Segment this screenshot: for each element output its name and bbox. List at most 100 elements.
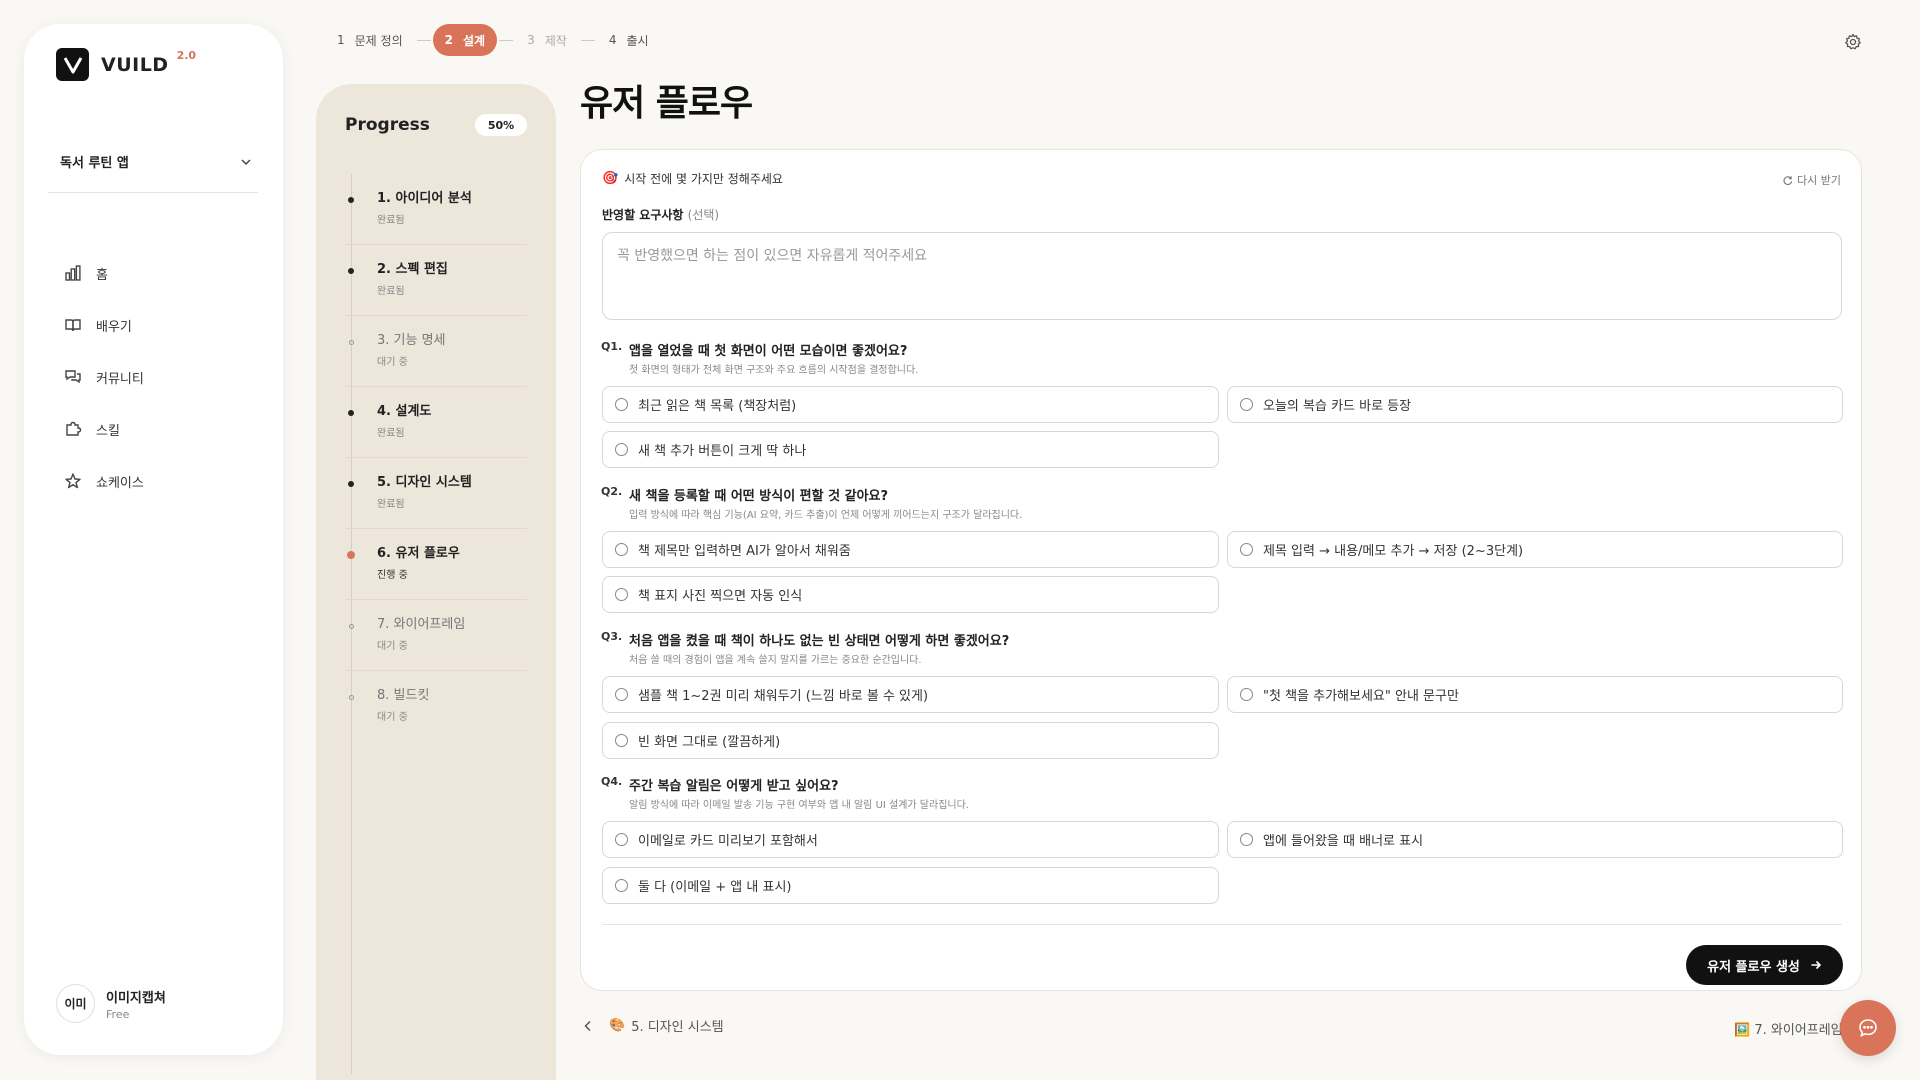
progress-item[interactable]: 4. 설계도 완료됨 [345, 387, 527, 458]
step-number: 2 [444, 33, 453, 47]
option-label: 최근 읽은 책 목록 (책장처럼) [638, 399, 797, 414]
generate-label: 유저 플로우 생성 [1707, 959, 1800, 975]
card-intro: 🎯 시작 전에 몇 가지만 정해주세요 [602, 170, 783, 187]
status-dot [348, 410, 354, 416]
radio-circle [615, 879, 628, 892]
step-separator [499, 39, 514, 41]
progress-item-current[interactable]: 6. 유저 플로우 진행 중 [345, 529, 527, 600]
option-radio[interactable]: "첫 책을 추가해보세요" 안내 문구만 [1227, 676, 1843, 713]
option-radio[interactable]: 제목 입력 → 내용/메모 추가 → 저장 (2~3단계) [1227, 531, 1843, 568]
question-description: 처음 쓸 때의 경험이 앱을 계속 쓸지 말지를 가르는 중요한 순간입니다. [629, 655, 922, 666]
progress-item[interactable]: 8. 빌드킷 대기 중 [345, 671, 527, 742]
arrow-right-icon [1811, 960, 1822, 970]
option-radio[interactable]: 빈 화면 그대로 (깔끔하게) [602, 722, 1219, 759]
status-dot [348, 481, 354, 487]
status-dot [347, 551, 355, 559]
sidebar-divider [48, 192, 258, 193]
project-select[interactable]: 독서 루틴 앱 [60, 152, 252, 171]
chevron-left-icon [584, 1020, 591, 1031]
option-label: 앱에 들어왔을 때 배너로 표시 [1263, 834, 1424, 849]
nav-label: 커뮤니티 [96, 371, 144, 387]
gear-icon [1845, 33, 1861, 50]
step-design[interactable]: 2 설계 [432, 24, 498, 56]
progress-item-status: 대기 중 [377, 641, 408, 652]
chat-button[interactable] [1840, 1000, 1896, 1056]
radio-circle [1240, 833, 1253, 846]
chat-icon [1859, 1019, 1877, 1037]
progress-title: Progress [345, 115, 430, 135]
project-name: 독서 루틴 앱 [60, 156, 129, 171]
nav-item-home[interactable]: 홈 [64, 247, 144, 299]
next-step-link[interactable]: 🖼️ 7. 와이어프레임 [1734, 1019, 1843, 1038]
user-profile[interactable]: 이미 이미지캡쳐 Free [56, 984, 166, 1023]
radio-circle [615, 443, 628, 456]
requirements-input[interactable] [602, 232, 1842, 320]
option-radio[interactable]: 최근 읽은 책 목록 (책장처럼) [602, 386, 1219, 423]
option-radio[interactable]: 샘플 책 1~2권 미리 채워두기 (느낌 바로 볼 수 있게) [602, 676, 1219, 713]
option-label: "첫 책을 추가해보세요" 안내 문구만 [1263, 689, 1459, 704]
intro-text: 시작 전에 몇 가지만 정해주세요 [624, 172, 783, 186]
progress-item-status: 대기 중 [377, 357, 408, 368]
chevron-down-icon [241, 158, 251, 165]
option-radio[interactable]: 앱에 들어왔을 때 배너로 표시 [1227, 821, 1843, 858]
status-dot [349, 695, 354, 700]
generate-flow-button[interactable]: 유저 플로우 생성 [1686, 945, 1843, 985]
option-label: 책 제목만 입력하면 AI가 알아서 채워줌 [638, 544, 851, 559]
step-label: 설계 [462, 33, 486, 48]
step-build[interactable]: 3 제작 [515, 24, 579, 56]
logo-icon [56, 48, 89, 81]
nav-item-skill[interactable]: 스킬 [64, 403, 144, 455]
sidebar-nav: 홈 배우기 커뮤니티 스킬 쇼케이스 [64, 247, 144, 507]
option-radio[interactable]: 책 제목만 입력하면 AI가 알아서 채워줌 [602, 531, 1219, 568]
option-label: 이메일로 카드 미리보기 포함해서 [638, 834, 818, 849]
refresh-label: 다시 받기 [1797, 174, 1841, 187]
card-divider [602, 924, 1842, 925]
requirements-label-text: 반영할 요구사항 [602, 208, 684, 222]
nav-label: 쇼케이스 [96, 475, 144, 491]
optional-tag: (선택) [687, 208, 720, 222]
progress-item-label: 2. 스펙 편집 [377, 262, 448, 277]
step-launch[interactable]: 4 출시 [597, 24, 661, 56]
logo[interactable]: VUILD 2.0 [56, 48, 196, 81]
step-number: 3 [527, 33, 535, 47]
progress-item[interactable]: 3. 기능 명세 대기 중 [345, 316, 527, 387]
step-label: 제작 [544, 33, 567, 48]
question-description: 입력 방식에 따라 핵심 기능(AI 요약, 카드 추출)이 언제 어떻게 끼어… [629, 510, 1023, 521]
option-radio[interactable]: 둘 다 (이메일 + 앱 내 표시) [602, 867, 1219, 904]
bar-chart-icon [65, 265, 81, 281]
nav-label: 배우기 [96, 319, 132, 335]
progress-item[interactable]: 7. 와이어프레임 대기 중 [345, 600, 527, 671]
option-radio[interactable]: 오늘의 복습 카드 바로 등장 [1227, 386, 1843, 423]
radio-circle [1240, 543, 1253, 556]
refresh-button[interactable]: 다시 받기 [1782, 172, 1841, 188]
app-name: VUILD [101, 53, 169, 76]
progress-item[interactable]: 2. 스펙 편집 완료됨 [345, 245, 527, 316]
question-number: Q3. [601, 630, 623, 643]
step-problem[interactable]: 1 문제 정의 [325, 24, 415, 56]
nav-item-community[interactable]: 커뮤니티 [64, 351, 144, 403]
option-label: 오늘의 복습 카드 바로 등장 [1263, 399, 1412, 414]
option-radio[interactable]: 이메일로 카드 미리보기 포함해서 [602, 821, 1219, 858]
radio-circle [615, 588, 628, 601]
step-number: 1 [337, 33, 345, 47]
palette-icon: 🎨 [609, 1018, 626, 1033]
step-separator [580, 39, 595, 41]
settings-button[interactable] [1844, 33, 1862, 55]
progress-item[interactable]: 5. 디자인 시스템 완료됨 [345, 458, 527, 529]
question-text: 새 책을 등록할 때 어떤 방식이 편할 것 같아요? [629, 489, 889, 504]
option-radio[interactable]: 책 표지 사진 찍으면 자동 인식 [602, 576, 1219, 613]
progress-item-label: 6. 유저 플로우 [377, 546, 460, 561]
user-name: 이미지캡쳐 [106, 990, 166, 1006]
nav-item-showcase[interactable]: 쇼케이스 [64, 455, 144, 507]
prev-step-label: 5. 디자인 시스템 [631, 1020, 724, 1035]
option-label: 새 책 추가 버튼이 크게 딱 하나 [638, 444, 807, 459]
prev-step-link[interactable]: 🎨 5. 디자인 시스템 [583, 1016, 724, 1035]
question-text: 처음 앱을 켰을 때 책이 하나도 없는 빈 상태면 어떻게 하면 좋겠어요? [629, 634, 1010, 649]
question-text: 앱을 열었을 때 첫 화면이 어떤 모습이면 좋겠어요? [629, 344, 908, 359]
progress-panel: Progress 50% 1. 아이디어 분석 완료됨 2. 스펙 편집 완료됨… [316, 84, 556, 1080]
nav-item-learn[interactable]: 배우기 [64, 299, 144, 351]
progress-item-status: 완료됨 [377, 286, 405, 297]
progress-item[interactable]: 1. 아이디어 분석 완료됨 [345, 174, 527, 245]
option-radio[interactable]: 새 책 추가 버튼이 크게 딱 하나 [602, 431, 1219, 468]
question-card: 🎯 시작 전에 몇 가지만 정해주세요 다시 받기 반영할 요구사항 (선택) … [580, 149, 1862, 991]
